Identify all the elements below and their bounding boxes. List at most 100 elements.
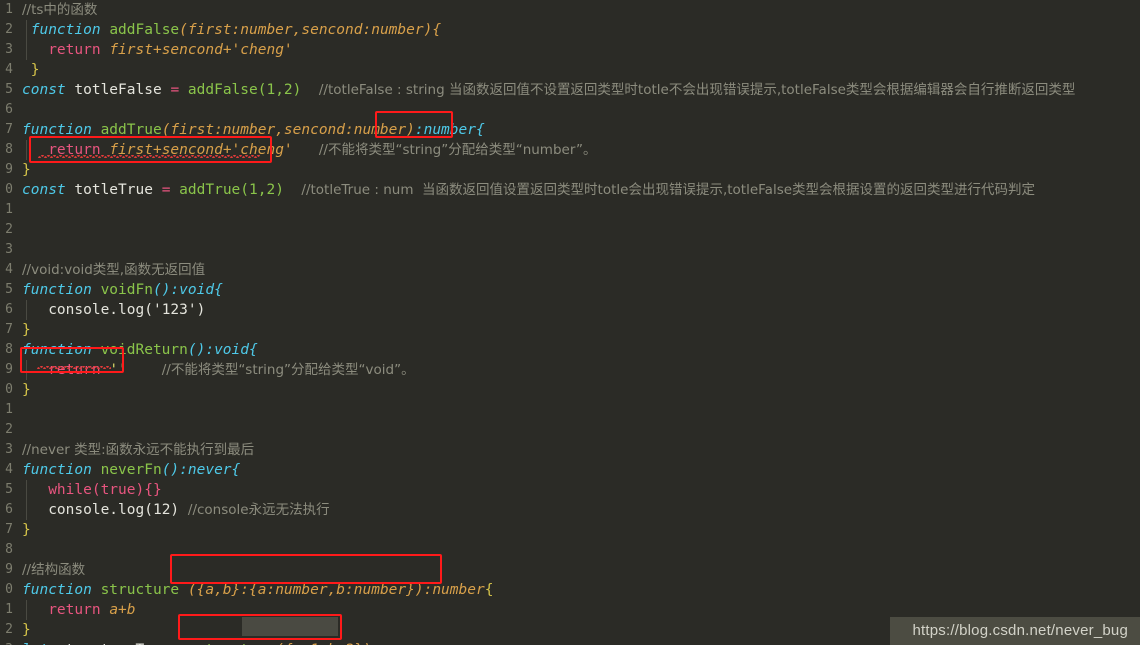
code-line: return first+sencond+'cheng' //不能将类型“str… <box>22 140 1140 160</box>
code-line: const totleFalse = addFalse(1,2) //totle… <box>22 80 1140 100</box>
comment-never-type: //never 类型:函数永远不能执行到最后 <box>22 442 255 458</box>
code-editor[interactable]: 1 2 3 4 5 6 7 8 9 0 1 2 3 4 5 6 7 8 9 0 … <box>0 0 1140 645</box>
indent-guide <box>26 300 27 320</box>
comment-destructure-function: //结构函数 <box>22 562 86 578</box>
line-number: 7 <box>5 522 13 537</box>
variable-totlefalse: totleFalse <box>74 82 162 98</box>
indent-guide <box>26 140 27 160</box>
code-line: } <box>22 160 1140 180</box>
keyword-return: return <box>48 602 101 618</box>
comment-totletrue-explicit: //totleTrue : num 当函数返回值设置返回类型时totle会出现错… <box>301 182 1036 198</box>
keyword-return: return <box>48 362 101 378</box>
code-line: function voidFn():void{ <box>22 280 1140 300</box>
line-number: 3 <box>5 242 13 257</box>
line-number: 8 <box>5 142 13 157</box>
return-expression: first+sencond+'cheng' <box>109 42 293 58</box>
line-number: 9 <box>5 562 13 577</box>
line-number: 4 <box>5 462 13 477</box>
line-number: 4 <box>5 62 13 77</box>
line-number: 1 <box>5 202 13 217</box>
indent-guide <box>26 360 27 380</box>
code-line: console.log('123') <box>22 300 1140 320</box>
line-number: 0 <box>5 382 13 397</box>
function-name-voidreturn: voidReturn <box>100 342 188 358</box>
line-number: 6 <box>5 502 13 517</box>
line-number: 3 <box>5 442 13 457</box>
opening-brace: { <box>484 582 494 598</box>
code-line: //ts中的函数 <box>22 0 1140 20</box>
call-addfalse: addFalse(1,2) <box>187 82 302 98</box>
function-name-structure: structure <box>100 582 180 598</box>
function-name-voidfn: voidFn <box>100 282 153 298</box>
assign-operator: = <box>170 82 180 98</box>
closing-brace: } <box>22 322 31 338</box>
keyword-function: function <box>22 462 92 478</box>
keyword-function: function <box>22 582 92 598</box>
closing-brace: } <box>22 382 31 398</box>
line-number: 2 <box>5 422 13 437</box>
console-log-call: console.log('123') <box>48 302 206 318</box>
line-number: 1 <box>5 2 13 17</box>
code-line: return first+sencond+'cheng' <box>22 40 1140 60</box>
line-number: 5 <box>5 482 13 497</box>
line-number-gutter: 1 2 3 4 5 6 7 8 9 0 1 2 3 4 5 6 7 8 9 0 … <box>0 0 14 645</box>
watermark-url: https://blog.csdn.net/never_bug <box>890 617 1140 645</box>
indent-guide <box>26 600 27 620</box>
indent-guide <box>26 480 27 500</box>
code-content[interactable]: //ts中的函数 function addFalse(first:number,… <box>22 0 1140 645</box>
line-number: 3 <box>0 640 14 645</box>
line-number: 4 <box>5 262 13 277</box>
line-number: 0 <box>5 582 13 597</box>
keyword-while: while(true){} <box>48 482 162 498</box>
line-number: 5 <box>5 282 13 297</box>
closing-brace: } <box>22 162 31 178</box>
signature-never: ():never{ <box>161 462 241 478</box>
code-line: function neverFn():never{ <box>22 460 1140 480</box>
code-line: function structure ({a,b}:{a:number,b:nu… <box>22 580 1140 600</box>
keyword-function: function <box>30 22 101 38</box>
params-structure-destructured: ({a,b}:{a:number,b:number}):number <box>187 582 485 598</box>
line-number: 1 <box>5 402 13 417</box>
line-number: 0 <box>5 182 13 197</box>
comment-string-not-assignable-number: //不能将类型“string”分配给类型“number”。 <box>318 142 597 158</box>
return-expression-error: first+sencond+'cheng' <box>109 142 293 158</box>
indent-guide <box>26 20 27 40</box>
line-number: 2 <box>5 222 13 237</box>
params-addfalse: (first:number,sencond:number){ <box>179 22 442 38</box>
line-number: 9 <box>5 362 13 377</box>
return-expression-ab: a+b <box>109 602 136 618</box>
code-line: function addFalse(first:number,sencond:n… <box>22 20 1140 40</box>
keyword-return: return <box>48 42 101 58</box>
line-number: 7 <box>5 122 13 137</box>
indent-guide <box>26 500 27 520</box>
code-line: } <box>22 320 1140 340</box>
function-name-neverfn: neverFn <box>100 462 162 478</box>
code-line: function addTrue(first:number,sencond:nu… <box>22 120 1140 140</box>
signature-void: ():void{ <box>187 342 258 358</box>
code-line: const totleTrue = addTrue(1,2) //totleTr… <box>22 180 1140 200</box>
closing-brace: } <box>22 522 31 538</box>
line-number: 1 <box>5 602 13 617</box>
params-addtrue: (first:number,sencond:number) <box>161 122 415 138</box>
indent-guide <box>26 40 27 60</box>
code-line: while(true){} <box>22 480 1140 500</box>
return-type-number: :number{ <box>414 122 485 138</box>
comment-console-unreachable: //console永远无法执行 <box>187 502 330 518</box>
line-number: 6 <box>5 102 13 117</box>
comment-ts-functions: //ts中的函数 <box>22 2 98 18</box>
code-line: } <box>22 60 1140 80</box>
line-number: 5 <box>5 82 13 97</box>
line-number: 6 <box>5 302 13 317</box>
keyword-const: const <box>22 182 66 198</box>
variable-totletrue: totleTrue <box>74 182 153 198</box>
line-number: 8 <box>5 542 13 557</box>
call-addtrue: addTrue(1,2) <box>179 182 284 198</box>
comment-void-type: //void:void类型,函数无返回值 <box>22 262 206 278</box>
comment-totlefalse-inference: //totleFalse : string 当函数返回值不设置返回类型时totl… <box>318 82 1076 98</box>
assign-operator: = <box>161 182 171 198</box>
